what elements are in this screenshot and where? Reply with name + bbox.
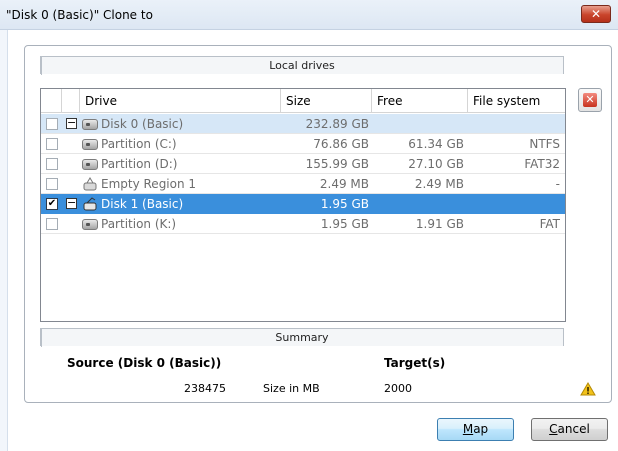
drive-free (372, 194, 464, 214)
close-icon: ✕ (590, 7, 602, 21)
drive-free: 27.10 GB (408, 157, 464, 171)
table-row[interactable]: Partition (K:) 1.95 GB 1.91 GB FAT (41, 214, 565, 234)
disk-icon (83, 197, 97, 211)
drive-name: Disk 1 (Basic) (101, 197, 184, 211)
table-row[interactable]: Partition (D:) 155.99 GB 27.10 GB FAT32 (41, 154, 565, 174)
row-checkbox[interactable]: ✔ (46, 198, 58, 210)
summary-title: Summary (275, 331, 329, 344)
cancel-accel: C (549, 422, 558, 436)
drive-file-system: NTFS (529, 137, 560, 151)
drive-name: Disk 0 (Basic) (101, 117, 184, 131)
drive-file-system: - (555, 177, 560, 191)
warning-icon (580, 382, 596, 396)
title-bar: "Disk 0 (Basic)" Clone to ✕ (0, 0, 618, 30)
local-drives-title: Local drives (269, 59, 335, 72)
drive-name: Partition (D:) (101, 157, 178, 171)
drive-size: 76.86 GB (313, 137, 369, 151)
target-label: Target(s) (384, 356, 446, 370)
column-header-file-system[interactable]: File system (468, 89, 565, 113)
map-label: ap (473, 422, 489, 436)
drive-name: Partition (C:) (101, 137, 177, 151)
cancel-label: ancel (557, 422, 590, 436)
collapse-icon[interactable]: − (66, 197, 77, 209)
close-button[interactable]: ✕ (581, 5, 611, 23)
table-header: Drive Size Free File system (41, 89, 565, 113)
drive-size: 232.89 GB (305, 117, 369, 131)
map-accel: M (462, 422, 474, 436)
disk-icon (82, 119, 98, 130)
window-title: "Disk 0 (Basic)" Clone to (6, 8, 153, 22)
column-header-expand[interactable] (62, 89, 80, 113)
column-header-free[interactable]: Free (372, 89, 468, 113)
table-row[interactable]: ✔ − Disk 1 (Basic) 1.95 GB (41, 194, 565, 214)
local-drives-header: Local drives (40, 56, 564, 75)
drive-free: 1.91 GB (415, 217, 464, 231)
disk-icon (82, 139, 98, 150)
disk-icon (82, 219, 98, 230)
summary-header: Summary (40, 328, 564, 347)
target-size-value: 2000 (384, 382, 412, 395)
disk-icon (82, 159, 98, 170)
drive-file-system (468, 114, 560, 134)
drive-name: Partition (K:) (101, 217, 177, 231)
delete-icon: ✕ (583, 93, 597, 107)
table-row[interactable]: − Disk 0 (Basic) 232.89 GB (41, 114, 565, 134)
drive-file-system: FAT (539, 217, 560, 231)
drive-file-system (468, 194, 560, 214)
drive-name: Empty Region 1 (101, 177, 197, 191)
drives-table[interactable]: Drive Size Free File system − Disk 0 (Ba… (40, 88, 566, 322)
source-size-value: 238475 (184, 382, 226, 395)
clone-group-panel: Local drives Drive Size Free File system… (24, 45, 612, 403)
row-checkbox[interactable] (46, 218, 58, 230)
drive-free (372, 114, 464, 134)
column-header-check[interactable] (41, 89, 62, 113)
drive-file-system: FAT32 (524, 157, 560, 171)
column-header-size[interactable]: Size (281, 89, 372, 113)
drive-size: 155.99 GB (305, 157, 369, 171)
map-button[interactable]: Map (437, 418, 514, 441)
dialog-body: Local drives Drive Size Free File system… (9, 31, 618, 451)
row-checkbox[interactable] (46, 178, 58, 190)
size-unit-label: Size in MB (263, 382, 320, 395)
collapse-icon[interactable]: − (66, 117, 77, 129)
row-checkbox[interactable] (46, 118, 58, 130)
row-checkbox[interactable] (46, 138, 58, 150)
cancel-button[interactable]: Cancel (531, 418, 608, 441)
drive-size: 2.49 MB (319, 177, 369, 191)
window-border (0, 30, 8, 451)
drive-size: 1.95 GB (320, 197, 369, 211)
delete-button[interactable]: ✕ (578, 88, 602, 112)
row-checkbox[interactable] (46, 158, 58, 170)
region-icon (83, 177, 97, 191)
column-header-drive[interactable]: Drive (80, 89, 281, 113)
drive-free: 2.49 MB (414, 177, 464, 191)
table-row[interactable]: Empty Region 1 2.49 MB 2.49 MB - (41, 174, 565, 194)
clone-dialog: "Disk 0 (Basic)" Clone to ✕ Local drives… (0, 0, 618, 451)
drive-free: 61.34 GB (408, 137, 464, 151)
source-label: Source (Disk 0 (Basic)) (67, 356, 222, 370)
drive-size: 1.95 GB (320, 217, 369, 231)
table-row[interactable]: Partition (C:) 76.86 GB 61.34 GB NTFS (41, 134, 565, 154)
